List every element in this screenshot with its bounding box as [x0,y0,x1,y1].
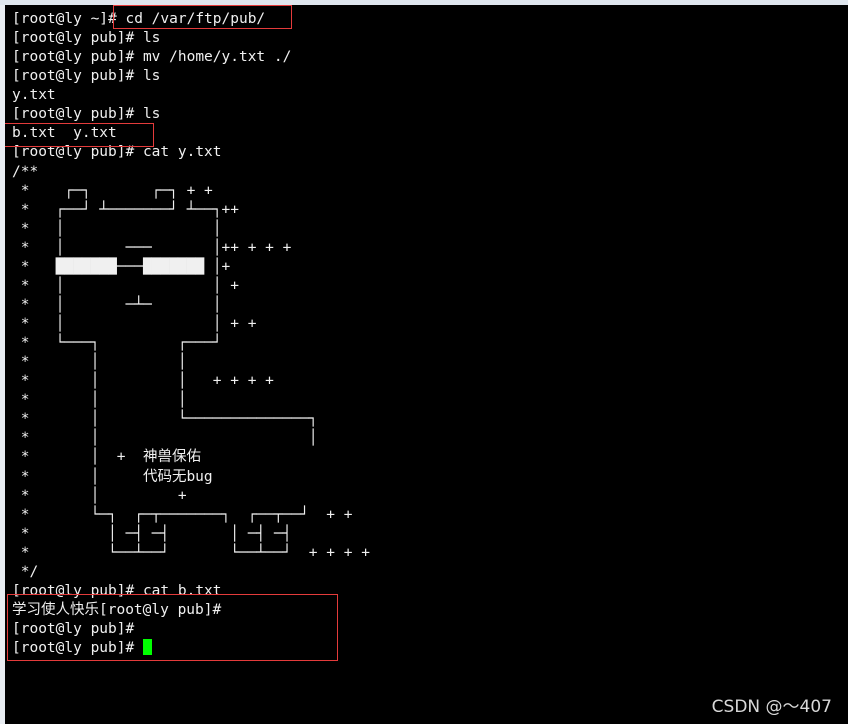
terminal-line-text: * │ │ + + [12,316,257,332]
terminal-line: [root@ly pub]# cat b.txt [12,582,370,601]
terminal-line-text: [root@ly pub]# mv /home/y.txt ./ [12,49,292,66]
terminal-line-text: * │ │ [12,392,187,409]
terminal-line-text: * │ │ + + + + [12,373,274,390]
terminal-line-text: * └──┴──┘ └──┴──┘ + + + + [12,544,370,561]
terminal-window[interactable]: [root@ly ~]# cd /var/ftp/pub/ [root@ly pu… [5,5,848,724]
terminal-line-text: * │ + [12,487,187,504]
terminal-cursor [142,639,152,656]
terminal-line: * │ ─┤ ─┤ │ ─┤ ─┤ [12,525,370,544]
terminal-line: [root@ly pub]# ls [12,105,370,124]
terminal-line-text: * │ ─── │++ + + + [12,239,292,256]
terminal-line-text: 学习使人快乐[root@ly pub]# [12,601,222,618]
terminal-line-text: y.txt [12,87,56,104]
terminal-line: * │ └──────────────┐ [12,410,370,429]
terminal-line: [root@ly pub]# ls [12,29,370,48]
terminal-line: * └──┴──┘ └──┴──┘ + + + + [12,544,370,563]
terminal-line-text: * │ 代码无bug [12,468,213,485]
terminal-line-text: * └───┐ ┌───┘ [12,335,222,352]
terminal-line: * ┌─┐ ┌─┐ + + [12,182,370,201]
terminal-output: [root@ly ~]# cd /var/ftp/pub/ [root@ly pu… [12,10,370,658]
terminal-line: [root@ly pub]# cat y.txt [12,143,370,162]
terminal-line-text: * │ │ [12,354,187,371]
terminal-line: * ███████───███████ │+ [12,258,370,277]
terminal-line-text: * │ ─┤ ─┤ │ ─┤ ─┤ [12,525,292,542]
terminal-line: * └───┐ ┌───┘ [12,334,370,353]
terminal-line: * │ │ + + + + [12,372,370,391]
terminal-line: b.txt y.txt [12,124,370,143]
terminal-line: * ┌──┘ ┴───────┘ ┴──┐++ [12,201,370,220]
terminal-line: * │ │ [12,391,370,410]
terminal-line: [root@ly pub]# mv /home/y.txt ./ [12,48,370,67]
terminal-line: * │ │ [12,353,370,372]
terminal-line: * │ + 神兽保佑 [12,448,370,467]
terminal-line-text: * │ ─┴─ │ [12,296,222,313]
terminal-line: * │ │ [12,429,370,448]
terminal-line-text: [root@ly pub]# cat y.txt [12,144,222,161]
terminal-line-text: */ [12,563,39,580]
terminal-line-text: [root@ly pub]# ls [12,68,161,85]
terminal-line-text: * │ │ + [12,277,239,294]
terminal-line-text: [root@ly pub]# [12,640,143,657]
terminal-line-text: [root@ly pub]# ls [12,106,161,123]
terminal-line-text: [root@ly pub]# cat b.txt [12,582,222,599]
terminal-line: * └─┐ ┌─┬───────┐ ┌──┬──┘ + + [12,506,370,525]
terminal-line: y.txt [12,86,370,105]
terminal-line: * │ ─┴─ │ [12,296,370,315]
terminal-line-text: * ┌──┘ ┴───────┘ ┴──┐++ [12,201,239,218]
terminal-line: */ [12,563,370,582]
terminal-line: [root@ly pub]# [12,639,370,658]
terminal-line: [root@ly ~]# cd /var/ftp/pub/ [12,10,370,29]
terminal-line-text: /** [12,163,39,180]
terminal-line-text: * ███████───███████ │+ [12,258,231,275]
terminal-line-text: [root@ly pub]# ls [12,30,161,47]
terminal-line-text: * │ └──────────────┐ [12,411,318,428]
terminal-line: 学习使人快乐[root@ly pub]# [12,601,370,620]
terminal-line: * │ │ + [12,277,370,296]
terminal-line-text: [root@ly pub]# [12,621,135,637]
terminal-line: * │ ─── │++ + + + [12,239,370,258]
terminal-line-text: [root@ly ~]# cd /var/ftp/pub/ [12,11,266,27]
terminal-line: /** [12,163,370,182]
terminal-line: * │ │ [12,220,370,239]
terminal-line-text: * │ │ [12,430,318,447]
terminal-line: [root@ly pub]# [12,620,370,639]
terminal-line: * │ │ + + [12,315,370,334]
terminal-line-text: * └─┐ ┌─┬───────┐ ┌──┬──┘ + + [12,506,353,523]
terminal-line-text: * │ + 神兽保佑 [12,449,201,466]
terminal-line-text: * │ │ [12,220,222,237]
terminal-line-text: b.txt y.txt [12,125,117,142]
csdn-watermark: CSDN @～407 [711,697,832,717]
terminal-line: * │ 代码无bug [12,468,370,487]
terminal-line-text: * ┌─┐ ┌─┐ + + [12,182,213,199]
terminal-line: [root@ly pub]# ls [12,67,370,86]
terminal-line: * │ + [12,487,370,506]
